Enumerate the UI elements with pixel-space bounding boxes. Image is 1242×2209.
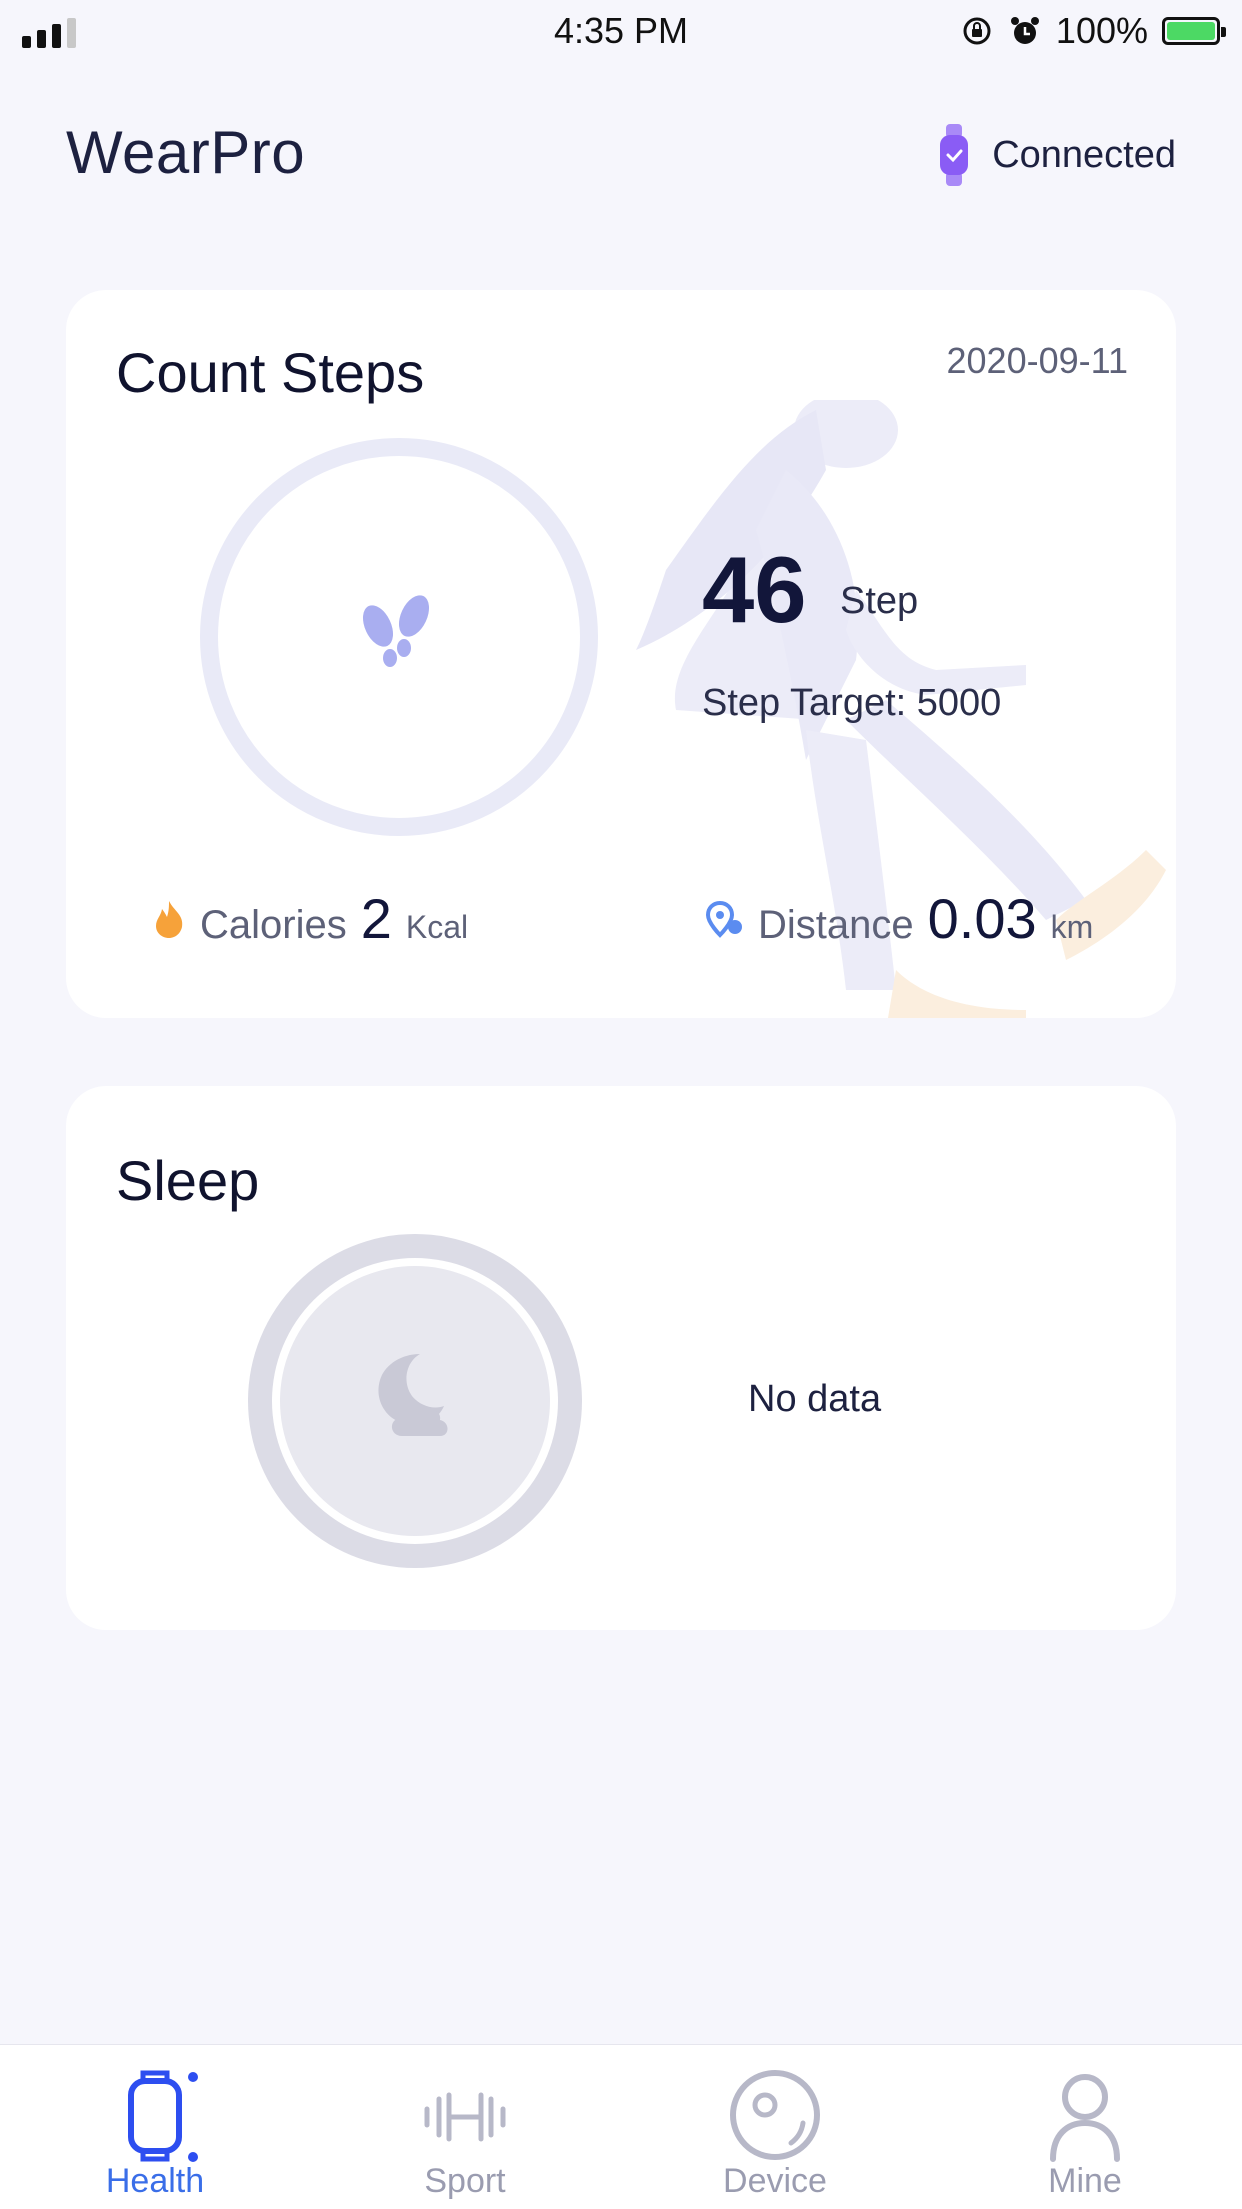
distance-unit: km: [1050, 909, 1094, 945]
tab-bar: Health Sport Device Mine: [0, 2044, 1242, 2209]
calories-metric: Calories 2 Kcal: [152, 886, 468, 951]
tab-device-label: Device: [723, 2162, 827, 2200]
dumbbell-icon: [424, 2092, 506, 2142]
tab-device[interactable]: Device: [620, 2045, 930, 2209]
orientation-lock-icon: [963, 17, 991, 45]
battery-percent: 100%: [1055, 10, 1148, 51]
location-pin-icon: [705, 900, 742, 938]
date-label[interactable]: 2020-09-11: [947, 340, 1128, 382]
calories-value: 2: [360, 887, 392, 950]
step-count: 46: [702, 537, 807, 642]
tab-mine[interactable]: Mine: [930, 2045, 1240, 2209]
footprints-icon: [362, 595, 430, 667]
steps-card[interactable]: Count Steps 2020-09-11 46 Step Step Targ…: [66, 290, 1176, 1018]
flame-icon: [156, 900, 183, 938]
distance-label: Distance: [758, 903, 914, 947]
status-right: 100%: [960, 10, 1226, 52]
tab-sport-label: Sport: [424, 2162, 506, 2200]
calories-unit: Kcal: [405, 909, 469, 945]
alarm-icon: [1010, 17, 1039, 44]
person-icon: [1050, 2074, 1120, 2162]
app-title: WearPro: [66, 119, 306, 186]
sleep-title: Sleep: [116, 1149, 260, 1212]
connection-status[interactable]: Connected: [938, 124, 1176, 186]
sleep-card[interactable]: Sleep No data: [66, 1086, 1176, 1630]
steps-title: Count Steps: [116, 341, 425, 404]
watch-icon: [940, 124, 969, 186]
tab-sport[interactable]: Sport: [310, 2045, 620, 2209]
device-icon: [730, 2070, 820, 2160]
calories-label: Calories: [200, 903, 347, 947]
tab-health[interactable]: Health: [0, 2045, 310, 2209]
tab-health-label: Health: [105, 2162, 205, 2200]
moon-cloud-icon: [378, 1354, 448, 1436]
distance-value: 0.03: [927, 887, 1037, 950]
battery-icon: [1162, 17, 1226, 45]
distance-metric: Distance 0.03 km: [704, 886, 1093, 951]
connection-label: Connected: [992, 133, 1176, 176]
step-target: Step Target: 5000: [702, 682, 1002, 724]
step-unit: Step: [840, 580, 919, 622]
tab-mine-label: Mine: [1048, 2162, 1122, 2200]
watch-icon: [128, 2070, 198, 2162]
no-data-label: No data: [748, 1378, 882, 1420]
